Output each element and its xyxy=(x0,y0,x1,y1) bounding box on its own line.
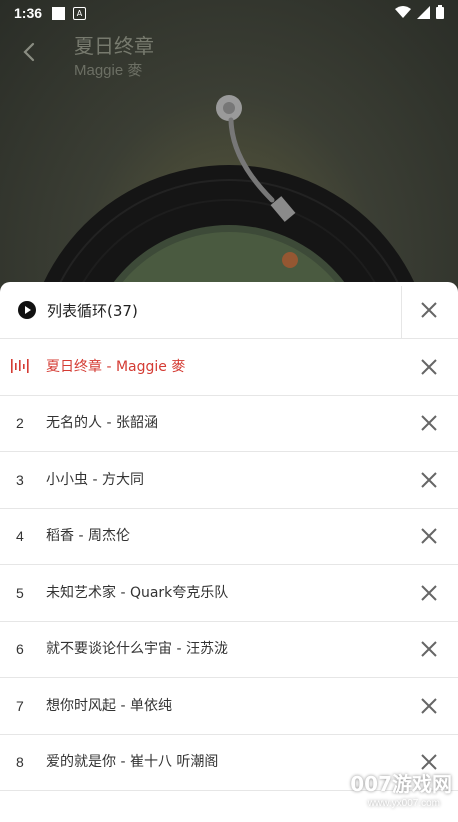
playlist-item-number: 2 xyxy=(16,415,24,431)
playlist-item[interactable]: 2 无名的人 - 张韶涵 xyxy=(0,395,458,452)
playlist-item-number: 6 xyxy=(16,641,24,657)
playlist-item-text: 未知艺术家 - Quark夸克乐队 xyxy=(46,585,229,601)
watermark-brand: 007游戏网 xyxy=(350,772,452,796)
playlist-item-number: 3 xyxy=(16,472,24,488)
remove-icon[interactable] xyxy=(420,358,438,376)
vinyl-record xyxy=(36,95,422,300)
playlist-sheet: 列表循环(37) 夏日终章 - Maggie 麥 2 无名的人 - 张韶涵 3 … xyxy=(0,282,458,822)
playlist-item-text: 稻香 - 周杰伦 xyxy=(46,528,130,544)
playlist-item[interactable]: 7 想你时风起 - 单依纯 xyxy=(0,678,458,735)
playlist-item-text: 夏日终章 - Maggie 麥 xyxy=(46,359,186,375)
playlist-item-number: 5 xyxy=(16,585,24,601)
remove-icon[interactable] xyxy=(420,697,438,715)
playlist-item-number: 8 xyxy=(16,754,24,770)
play-mode-label[interactable]: 列表循环(37) xyxy=(47,300,138,321)
watermark-url: www.yx007.com xyxy=(367,798,440,809)
remove-icon[interactable] xyxy=(420,471,438,489)
playlist-header: 列表循环(37) xyxy=(0,282,458,339)
playlist-item[interactable]: 4 稻香 - 周杰伦 xyxy=(0,508,458,565)
playlist-item-text: 无名的人 - 张韶涵 xyxy=(46,415,158,431)
remove-icon[interactable] xyxy=(420,584,438,602)
play-mode-icon[interactable] xyxy=(18,301,36,319)
remove-icon[interactable] xyxy=(420,414,438,432)
playlist-item-text: 爱的就是你 - 崔十八 听潮阁 xyxy=(46,754,219,770)
playlist-item-now-playing[interactable]: 夏日终章 - Maggie 麥 xyxy=(0,339,458,396)
remove-icon[interactable] xyxy=(420,527,438,545)
playlist-item-text: 想你时风起 - 单依纯 xyxy=(46,698,172,714)
playlist-item[interactable]: 5 未知艺术家 - Quark夸克乐队 xyxy=(0,565,458,622)
playlist-item-text: 就不要谈论什么宇宙 - 汪苏泷 xyxy=(46,641,228,657)
close-icon[interactable] xyxy=(420,301,438,319)
divider xyxy=(401,286,402,338)
playlist-item[interactable]: 3 小小虫 - 方大同 xyxy=(0,452,458,509)
playlist-item[interactable]: 6 就不要谈论什么宇宙 - 汪苏泷 xyxy=(0,621,458,678)
remove-icon[interactable] xyxy=(420,640,438,658)
playlist-item-text: 小小虫 - 方大同 xyxy=(46,472,144,488)
now-playing-icon xyxy=(11,359,29,373)
playlist-item-number: 4 xyxy=(16,528,24,544)
playlist-item-number: 7 xyxy=(16,698,24,714)
